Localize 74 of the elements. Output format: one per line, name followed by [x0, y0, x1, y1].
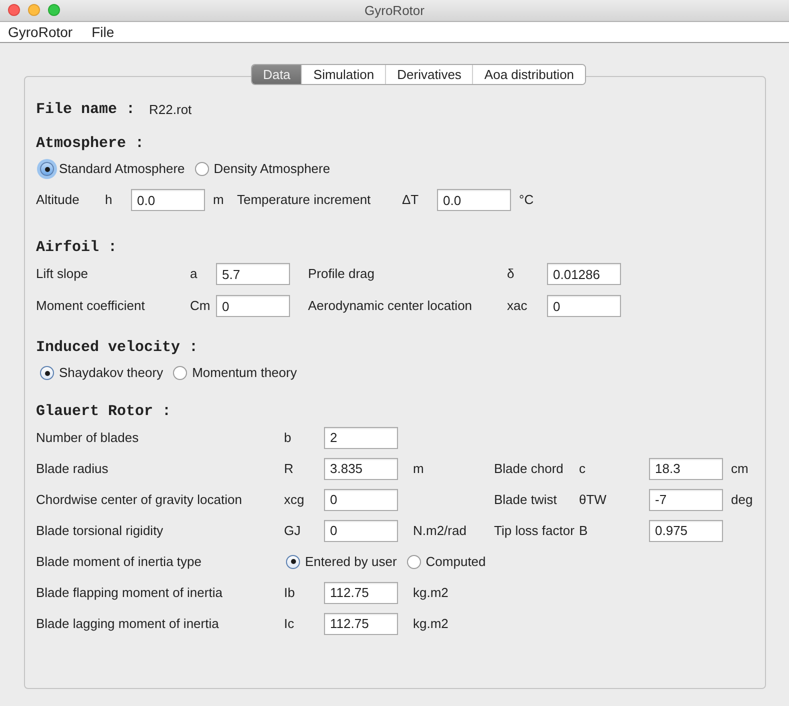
symbol-label: c [579, 460, 586, 478]
close-icon[interactable] [8, 4, 20, 16]
menu-item[interactable]: File [92, 22, 114, 42]
radio-button[interactable]: Momentum theory [173, 363, 297, 383]
section-title: Airfoil : [36, 238, 118, 258]
symbol-label: a [190, 265, 198, 284]
input-field[interactable]: 112.75 [324, 612, 398, 634]
field-label: Blade twist [494, 490, 558, 509]
zoom-icon[interactable] [48, 4, 60, 16]
input-field[interactable]: 112.75 [324, 582, 398, 604]
symbol-label: B [579, 522, 589, 540]
field-label: Number of blades [36, 428, 140, 447]
unit-label: m [213, 192, 224, 208]
unit-label: kg.m2 [413, 616, 448, 631]
symbol-label: R [284, 460, 294, 478]
menu-item[interactable]: GyroRotor [8, 22, 73, 42]
radio-button[interactable]: Density Atmosphere [194, 159, 330, 179]
field-label: Blade torsional rigidity [36, 522, 164, 540]
field-label: Blade radius [36, 460, 110, 478]
symbol-label: GJ [284, 522, 302, 540]
field-label: Chordwise center of gravity location [36, 490, 243, 509]
radio-button[interactable]: Standard Atmosphere [40, 159, 185, 179]
field-label: Profile drag [308, 265, 376, 284]
unit-label: kg.m2 [413, 584, 448, 600]
field-label: File name : [36, 100, 136, 120]
input-field[interactable]: -7 [649, 488, 723, 510]
field-label: Lift slope [36, 265, 90, 284]
unit-label: N.m2/rad [413, 522, 466, 538]
radio-button[interactable]: Computed [406, 552, 486, 572]
input-field[interactable]: 0.01286 [547, 263, 621, 285]
field-label: Blade flapping moment of inertia [36, 584, 224, 602]
field-label: Blade lagging moment of inertia [36, 614, 220, 633]
section-title: Glauert Rotor : [36, 402, 172, 422]
unit-label: m [413, 460, 424, 476]
tab[interactable]: Data [252, 65, 302, 84]
input-field[interactable]: 0.0 [437, 189, 511, 211]
input-field[interactable]: 0.975 [649, 520, 723, 542]
input-field[interactable]: 0 [547, 295, 621, 317]
file-name: R22.rot [149, 101, 192, 120]
input-field[interactable]: 3.835 [324, 458, 398, 480]
unit-label: °C [519, 191, 534, 210]
input-field[interactable]: 0.0 [131, 189, 205, 211]
input-field[interactable]: 18.3 [649, 458, 723, 480]
symbol-label: δ [507, 265, 516, 284]
field-label: Moment coefficient [36, 297, 146, 316]
radio-button[interactable]: Entered by user [286, 552, 397, 572]
symbol-label: xac [507, 297, 528, 316]
unit-label: cm [731, 460, 748, 478]
input-field[interactable]: 0 [324, 488, 398, 510]
minimize-icon[interactable] [28, 4, 40, 16]
symbol-label: Cm [190, 297, 212, 316]
unit-label: deg [731, 490, 753, 509]
symbol-label: b [284, 428, 292, 447]
field-label: Tip loss factor [494, 522, 576, 540]
field-label: Blade chord [494, 460, 564, 478]
radio-button[interactable]: Shaydakov theory [40, 363, 164, 383]
symbol-label: h [105, 191, 114, 210]
input-field[interactable]: 0 [324, 520, 398, 542]
field-label: Blade moment of inertia type [36, 552, 202, 571]
symbol-label: Ib [284, 584, 296, 602]
tab[interactable]: Aoa distribution [472, 65, 586, 84]
section-title: Induced velocity : [36, 338, 200, 358]
field-label: Temperature increment [237, 191, 372, 210]
field-label: Altitude [36, 191, 80, 210]
symbol-label: Ic [284, 614, 296, 633]
symbol-label: xcg [284, 490, 306, 509]
field-label: Aerodynamic center location [308, 297, 474, 316]
symbol-label: ΔT [402, 191, 420, 210]
symbol-label: θTW [579, 490, 608, 509]
input-field[interactable]: 0 [216, 295, 290, 317]
input-field[interactable]: 5.7 [216, 263, 290, 285]
section-title: Atmosphere : [36, 134, 146, 154]
window-title: GyroRotor [364, 2, 424, 20]
input-field[interactable]: 2 [324, 426, 398, 448]
